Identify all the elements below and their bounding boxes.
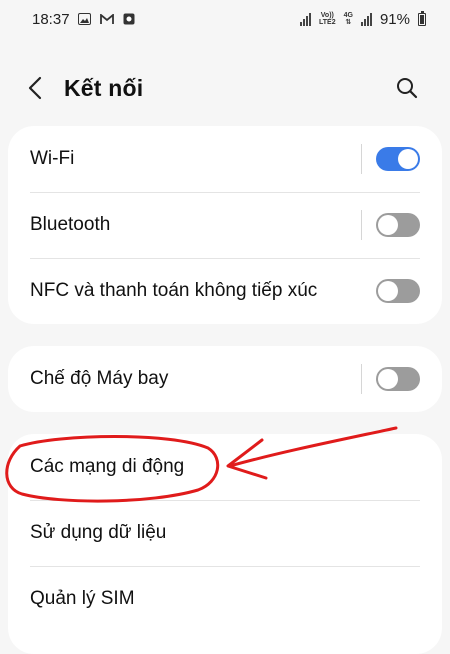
nfc-toggle[interactable]	[376, 279, 420, 303]
camera-app-icon	[122, 12, 136, 26]
status-time: 18:37	[32, 10, 70, 28]
wifi-label: Wi-Fi	[30, 148, 75, 169]
mobile-networks-row[interactable]: Các mạng di động	[8, 434, 442, 500]
page-title: Kết nối	[64, 74, 144, 101]
volte-label: Vo))	[320, 12, 334, 19]
volte-icon: Vo)) LTE2	[319, 12, 336, 26]
data-arrows: ⇅	[345, 19, 352, 26]
divider	[361, 210, 362, 240]
status-right: Vo)) LTE2 4G ⇅ 91%	[300, 10, 426, 28]
network-card: Các mạng di động Sử dụng dữ liệu Quản lý…	[8, 434, 442, 654]
nfc-row[interactable]: NFC và thanh toán không tiếp xúc	[8, 258, 442, 324]
4g-data-icon: 4G ⇅	[344, 12, 353, 26]
bluetooth-toggle[interactable]	[376, 213, 420, 237]
network-type: 4G	[343, 12, 353, 19]
airplane-mode-toggle[interactable]	[376, 367, 420, 391]
airplane-mode-label: Chế độ Máy bay	[30, 368, 169, 389]
connections-card: Wi-Fi Bluetooth NFC và thanh toán không …	[8, 126, 442, 324]
chevron-left-icon	[28, 76, 42, 100]
gmail-icon	[99, 12, 114, 26]
mobile-networks-label: Các mạng di động	[30, 456, 185, 477]
status-bar: 18:37 Vo)) LTE2 4G ⇅ 91%	[0, 0, 450, 38]
bluetooth-label: Bluetooth	[30, 214, 111, 235]
lte-label: LTE2	[319, 19, 336, 26]
divider	[361, 144, 362, 174]
data-usage-label: Sử dụng dữ liệu	[30, 522, 167, 543]
airplane-mode-row[interactable]: Chế độ Máy bay	[8, 346, 442, 412]
airplane-card: Chế độ Máy bay	[8, 346, 442, 412]
toggle-knob	[378, 369, 398, 389]
page-header: Kết nối	[0, 56, 450, 120]
wifi-toggle[interactable]	[376, 147, 420, 171]
data-usage-row[interactable]: Sử dụng dữ liệu	[8, 500, 442, 566]
toggle-knob	[378, 215, 398, 235]
toggle-knob	[378, 281, 398, 301]
battery-icon	[418, 10, 426, 26]
search-icon	[397, 78, 418, 99]
sim-manager-row[interactable]: Quản lý SIM	[8, 566, 442, 632]
toggle-knob	[398, 149, 418, 169]
back-button[interactable]	[28, 70, 50, 106]
status-left: 18:37	[32, 11, 136, 28]
battery-percent: 91%	[379, 10, 410, 28]
signal-icon	[300, 12, 312, 26]
bluetooth-row[interactable]: Bluetooth	[8, 192, 442, 258]
wifi-row[interactable]: Wi-Fi	[8, 126, 442, 192]
signal-icon-2	[360, 12, 372, 26]
gallery-icon	[78, 12, 92, 26]
search-button[interactable]	[392, 73, 422, 103]
divider	[361, 364, 362, 394]
nfc-label: NFC và thanh toán không tiếp xúc	[30, 280, 318, 301]
sim-manager-label: Quản lý SIM	[30, 588, 135, 609]
